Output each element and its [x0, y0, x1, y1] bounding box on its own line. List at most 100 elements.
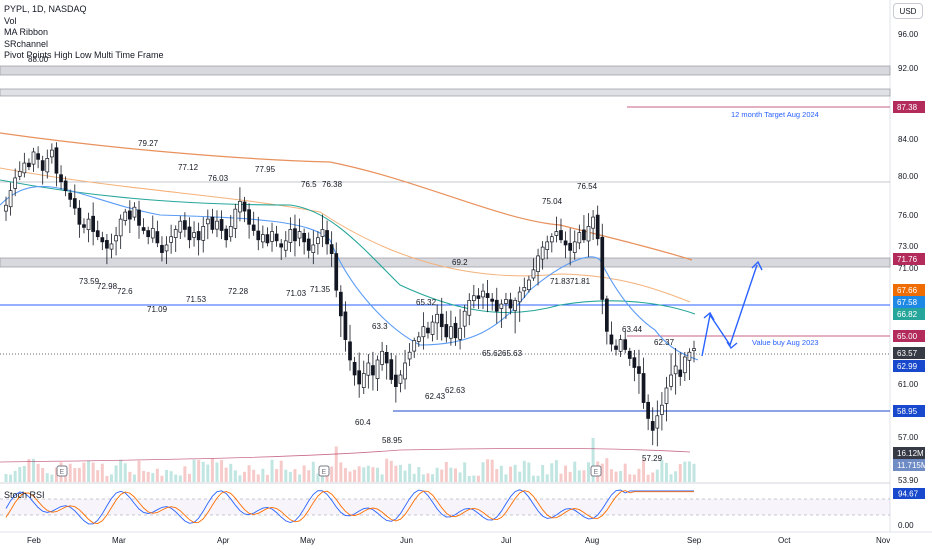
volume-bar — [651, 472, 655, 482]
candle-body — [398, 374, 403, 384]
earnings-marker[interactable]: E — [56, 465, 68, 477]
candle-body — [412, 340, 417, 352]
candle-body — [183, 220, 187, 230]
earnings-marker[interactable]: E — [318, 465, 330, 477]
chart-canvas[interactable]: E E E 88.0079.2777.1276.0377.9576.5 76.38… — [0, 0, 932, 550]
volume-bar — [398, 464, 402, 482]
pivot-label: 69.2 — [452, 258, 468, 267]
volume-bar — [481, 462, 485, 482]
candle-body — [517, 291, 522, 303]
svg-text:E: E — [594, 469, 599, 476]
candle-body — [45, 158, 50, 173]
candle-body — [641, 373, 646, 403]
candle-body — [471, 295, 476, 301]
candle-body — [614, 345, 618, 350]
pivot-label: 76.38 — [322, 180, 343, 189]
volume-bar — [4, 473, 8, 482]
candle-body — [389, 359, 394, 380]
candle-body — [100, 237, 105, 243]
indicator-ma-ribbon[interactable]: MA Ribbon — [4, 27, 164, 39]
candle-body — [13, 177, 18, 189]
candle-body — [50, 149, 54, 158]
volume-bar — [458, 472, 462, 482]
pivot-label: 71.03 — [286, 289, 307, 298]
earnings-marker[interactable]: E — [590, 465, 602, 477]
volume-bar — [220, 460, 224, 482]
indicator-srchannel[interactable]: SRchannel — [4, 39, 164, 51]
volume-bar — [431, 474, 435, 482]
volume-bar — [334, 446, 338, 482]
x-tick-label: May — [300, 536, 315, 545]
candle-body — [490, 298, 495, 302]
pivot-label: 79.27 — [138, 139, 159, 148]
volume-bar — [687, 461, 691, 482]
volume-bar — [247, 465, 251, 482]
price-badge-text: 16.12M — [897, 449, 924, 458]
volume-bar — [683, 461, 687, 482]
volume-bar — [573, 461, 577, 482]
volume-bar — [545, 474, 549, 482]
candle-body — [435, 313, 439, 324]
volume-bar — [568, 471, 572, 482]
candle-body — [678, 369, 683, 377]
candle-body — [114, 235, 118, 242]
candle-body — [293, 228, 297, 242]
volume-bar — [385, 458, 389, 482]
candle-body — [72, 198, 77, 209]
volume-bar — [362, 467, 366, 482]
candle-body — [118, 218, 123, 237]
pivot-label: 65.63 — [502, 349, 523, 358]
volume-bar — [527, 462, 531, 482]
candle-body — [311, 244, 316, 253]
pivot-label: 57.29 — [642, 454, 663, 463]
currency-button[interactable]: USD — [893, 3, 923, 19]
candle-body — [348, 341, 352, 361]
candle-body — [320, 229, 325, 237]
volume-bar — [45, 473, 49, 482]
candle-body — [169, 236, 173, 243]
volume-bar — [233, 470, 237, 482]
volume-bar — [298, 474, 302, 482]
indicator-pivots[interactable]: Pivot Points High Low Multi Time Frame — [4, 50, 164, 62]
volume-bar — [495, 469, 499, 482]
volume-bar — [692, 463, 696, 482]
symbol-line[interactable]: PYPL, 1D, NASDAQ — [4, 4, 164, 16]
candle-body — [283, 240, 288, 251]
candle-body — [513, 300, 517, 311]
price-badge-text: 58.95 — [897, 407, 918, 416]
candle-body — [228, 226, 233, 238]
indicator-vol[interactable]: Vol — [4, 16, 164, 28]
candle-body — [646, 401, 650, 419]
candle-body — [123, 211, 128, 221]
volume-bar — [288, 471, 292, 482]
candle-body — [637, 366, 641, 374]
stoch-rsi-label[interactable]: Stoch RSI — [4, 490, 45, 500]
x-tick-label: Aug — [585, 536, 599, 545]
pivot-label: 71.35 — [310, 285, 331, 294]
volume-bar — [114, 465, 118, 482]
candle-body — [416, 336, 421, 342]
volume-bar — [499, 465, 503, 482]
volume-bar — [27, 459, 31, 482]
stoch-value-text: 94.67 — [898, 490, 919, 499]
candle-body — [421, 326, 426, 338]
volume-bar — [36, 463, 40, 482]
candle-body — [549, 236, 554, 243]
volume-bar — [417, 467, 421, 482]
candle-body — [559, 230, 563, 241]
y-tick-label: 53.90 — [898, 476, 919, 485]
pivot-label: 76.03 — [208, 174, 229, 183]
pivot-label: 71.53 — [186, 295, 207, 304]
candle-body — [499, 303, 504, 309]
pivot-label: 72.28 — [228, 287, 249, 296]
candle-body — [664, 387, 669, 404]
candle-body — [449, 326, 453, 339]
volume-bar — [380, 474, 384, 482]
volume-bar — [87, 460, 91, 482]
pivot-label: 77.12 — [178, 163, 199, 172]
candle-body — [554, 231, 559, 236]
volume-bar — [366, 465, 370, 482]
volume-bar — [265, 474, 269, 482]
candle-body — [210, 216, 215, 230]
volume-bar — [160, 475, 164, 482]
